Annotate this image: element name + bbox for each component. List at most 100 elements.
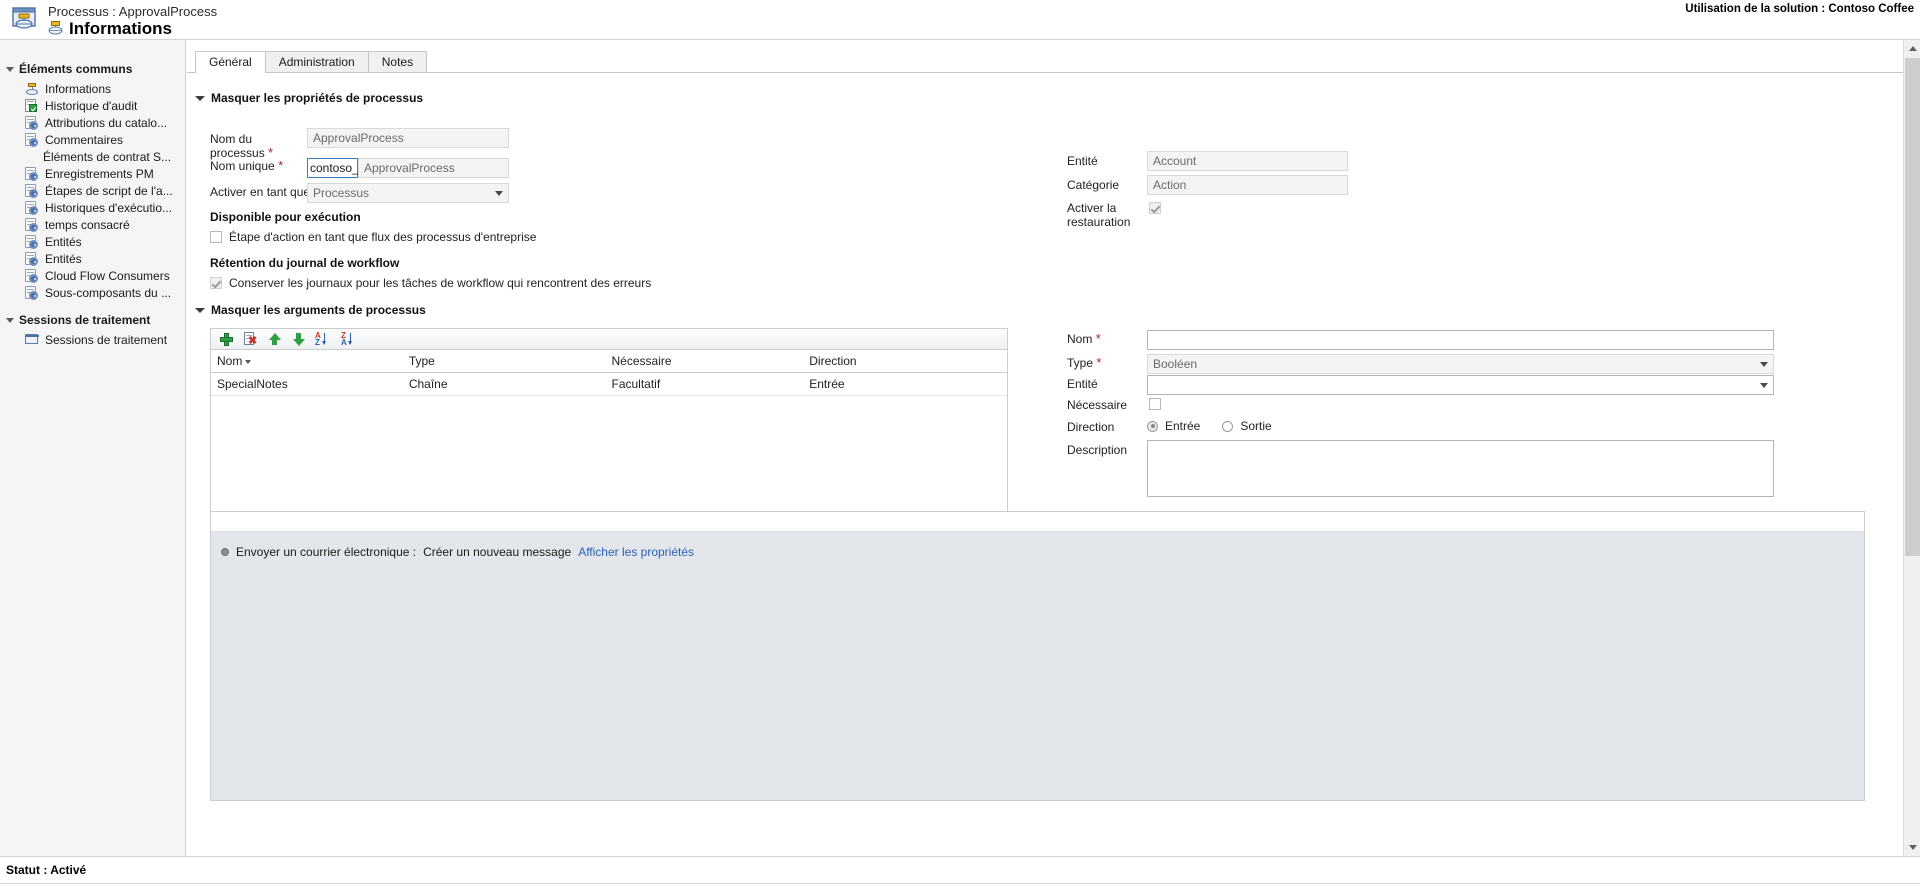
column-header-direction[interactable]: Direction (809, 354, 1007, 368)
sidebar-item-label: Sessions de traitement (45, 332, 168, 347)
process-node-icon (25, 82, 39, 96)
solution-context-label: Utilisation de la solution : Contoso Cof… (1685, 3, 1914, 15)
required-asterisk: * (1096, 355, 1102, 370)
breadcrumb: Processus : ApprovalProcess (48, 4, 218, 19)
direction-radio-entree-label: Entrée (1165, 419, 1201, 433)
sidebar-item-entities-1[interactable]: Entités (0, 233, 185, 250)
sidebar-item-label: Entités (45, 234, 82, 249)
sidebar-item-sla-contract-items[interactable]: Éléments de contrat S... (0, 148, 185, 165)
required-asterisk: * (268, 145, 274, 160)
sidebar-item-processing-sessions[interactable]: Sessions de traitement (0, 331, 185, 348)
sidebar-item-label: Cloud Flow Consumers (45, 268, 170, 283)
category-input[interactable]: Action (1147, 175, 1348, 195)
sidebar-item-catalog-assignments[interactable]: Attributions du catalo... (0, 114, 185, 131)
vertical-scrollbar[interactable] (1903, 40, 1920, 856)
argument-entite-select[interactable] (1147, 375, 1774, 395)
sidebar-item-time-spent[interactable]: temps consacré (0, 216, 185, 233)
keep-logs-on-error-checkbox[interactable] (210, 277, 222, 289)
sort-za-icon[interactable]: ZA (341, 331, 358, 347)
steps-panel-toolbar (211, 512, 1864, 532)
sidebar-item-cloud-flow-consumers[interactable]: Cloud Flow Consumers (0, 267, 185, 284)
show-properties-link[interactable]: Afficher les propriétés (578, 545, 694, 559)
sidebar-group-processing-sessions[interactable]: Sessions de traitement (0, 309, 185, 331)
process-name-input[interactable]: ApprovalProcess (307, 128, 509, 148)
enable-rollback-checkbox[interactable] (1149, 202, 1161, 214)
add-argument-button[interactable] (219, 332, 234, 347)
unique-name-prefix-input[interactable]: contoso_ (307, 158, 359, 178)
navigation-sidebar[interactable]: Éléments communs Informations Historique… (0, 40, 186, 856)
component-gear-icon (25, 166, 39, 181)
scroll-down-button[interactable] (1904, 839, 1920, 856)
enable-rollback-label: Activer la restauration (1067, 201, 1131, 229)
argument-direction-radio-group[interactable]: Entrée Sortie (1147, 419, 1272, 433)
sidebar-item-label: Étapes de script de l'a... (45, 183, 173, 198)
session-screen-icon (25, 333, 39, 347)
sidebar-item-label: Enregistrements PM (45, 166, 154, 181)
sort-az-icon[interactable]: AZ (315, 331, 332, 347)
tab-notes[interactable]: Notes (367, 51, 428, 73)
entity-input[interactable]: Account (1147, 151, 1348, 171)
checkbox-label: Conserver les journaux pour les tâches d… (229, 276, 652, 290)
sidebar-item-informations[interactable]: Informations (0, 80, 185, 97)
table-row[interactable]: SpecialNotes Chaîne Facultatif Entrée (211, 373, 1007, 396)
tab-bar[interactable]: Général Administration Notes (195, 51, 428, 73)
column-header-nom[interactable]: Nom (211, 354, 409, 368)
process-node-icon (48, 20, 63, 38)
sidebar-item-label: Éléments de contrat S... (43, 149, 172, 164)
column-header-type[interactable]: Type (409, 354, 612, 368)
required-asterisk: * (1095, 331, 1101, 346)
expand-triangle-icon (6, 317, 14, 323)
process-name-label: Nom du processus * (210, 132, 274, 160)
list-item[interactable]: Envoyer un courrier électronique : Créer… (221, 545, 694, 559)
delete-argument-button[interactable]: ✖ (243, 331, 258, 347)
process-arguments-section-toggle[interactable]: Masquer les arguments de processus (195, 303, 426, 317)
sidebar-item-audit-history[interactable]: Historique d'audit (0, 97, 185, 114)
tab-general[interactable]: Général (195, 51, 266, 73)
process-steps-panel[interactable]: Envoyer un courrier électronique : Créer… (210, 511, 1865, 801)
sidebar-item-pm-records[interactable]: Enregistrements PM (0, 165, 185, 182)
sidebar-group-common-elements[interactable]: Éléments communs (0, 58, 185, 80)
scroll-up-button[interactable] (1904, 40, 1920, 57)
column-header-necessaire[interactable]: Nécessaire (612, 354, 810, 368)
argument-entite-label: Entité (1067, 377, 1098, 391)
process-properties-section-toggle[interactable]: Masquer les propriétés de processus (195, 91, 423, 105)
sidebar-item-label: Informations (45, 81, 112, 96)
business-process-flow-action-step-checkbox[interactable] (210, 231, 222, 243)
direction-radio-entree[interactable] (1147, 420, 1158, 432)
sidebar-group-label: Sessions de traitement (19, 313, 151, 327)
sidebar-item-comments[interactable]: Commentaires (0, 131, 185, 148)
checkbox-label: Étape d'action en tant que flux des proc… (229, 230, 537, 244)
activate-as-select[interactable]: Processus (307, 183, 509, 203)
unique-name-label: Nom unique * (210, 158, 284, 173)
argument-necessaire-label: Nécessaire (1067, 398, 1128, 412)
move-down-button[interactable] (291, 332, 306, 347)
scrollbar-thumb[interactable] (1905, 58, 1920, 556)
tab-administration[interactable]: Administration (264, 51, 369, 73)
sidebar-item-label: Attributions du catalo... (45, 115, 168, 130)
sidebar-item-action-script-steps[interactable]: Étapes de script de l'a... (0, 182, 185, 199)
section-title: Masquer les propriétés de processus (211, 91, 424, 105)
cell-nom: SpecialNotes (217, 377, 288, 391)
page-title: Informations (69, 19, 172, 38)
sidebar-item-execution-histories[interactable]: Historiques d'exécutio... (0, 199, 185, 216)
direction-radio-sortie[interactable] (1222, 420, 1234, 432)
sidebar-item-label: Commentaires (45, 132, 124, 147)
argument-description-textarea[interactable] (1147, 440, 1774, 497)
keep-logs-on-error-row[interactable]: Conserver les journaux pour les tâches d… (210, 276, 651, 290)
sidebar-item-label: Sous-composants du ... (45, 285, 172, 300)
component-gear-icon (25, 217, 39, 232)
arguments-toolbar[interactable]: ✖ AZ ZA (210, 328, 1008, 350)
component-gear-icon (25, 268, 39, 283)
status-divider (0, 883, 1920, 884)
sidebar-item-subcomponents[interactable]: Sous-composants du ... (0, 284, 185, 301)
business-process-flow-action-step-row[interactable]: Étape d'action en tant que flux des proc… (210, 230, 536, 244)
argument-nom-input[interactable] (1147, 330, 1774, 350)
move-up-button[interactable] (267, 332, 282, 347)
sidebar-item-entities-2[interactable]: Entités (0, 250, 185, 267)
chevron-down-icon (195, 95, 205, 101)
argument-type-select[interactable]: Booléen (1147, 354, 1774, 374)
argument-necessaire-checkbox[interactable] (1149, 398, 1161, 410)
argument-direction-label: Direction (1067, 420, 1115, 434)
unique-name-input[interactable]: ApprovalProcess (358, 158, 509, 178)
component-gear-icon (25, 183, 39, 198)
